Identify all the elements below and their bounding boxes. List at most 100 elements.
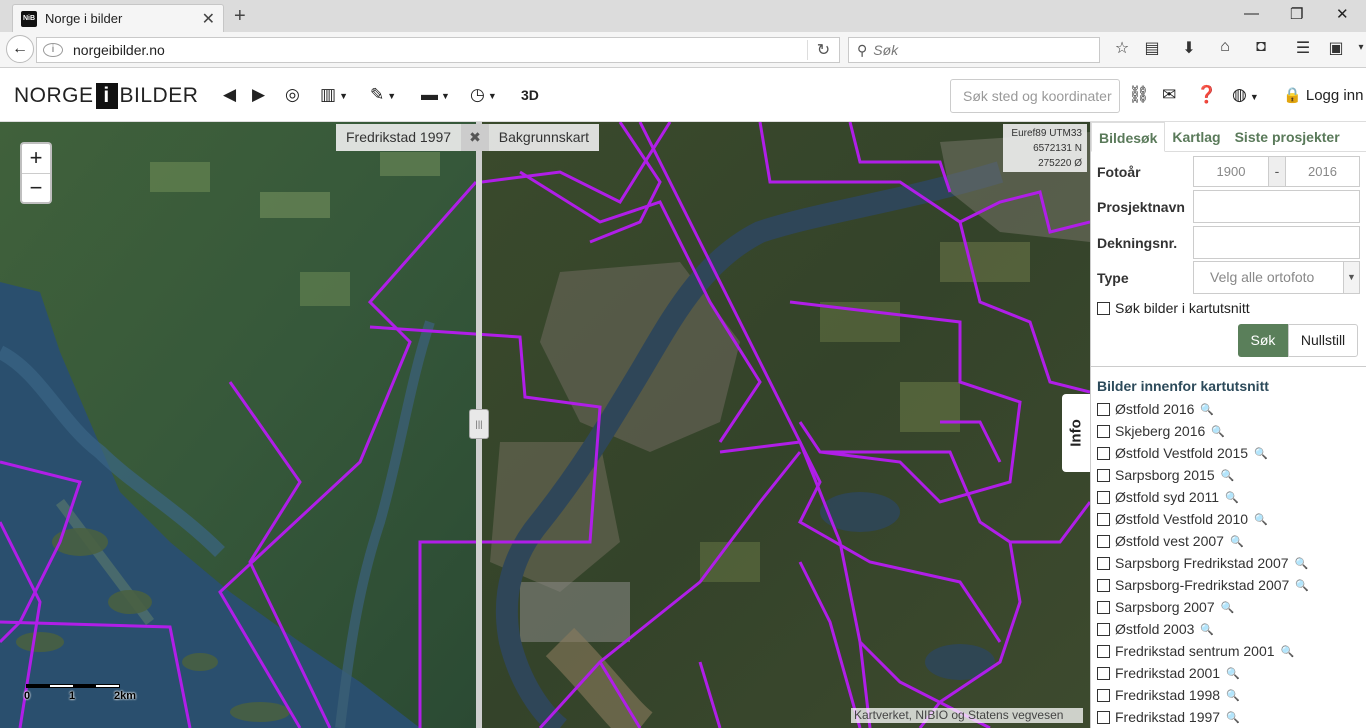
dekningsnr-input[interactable] — [1193, 226, 1360, 259]
list-item[interactable]: Østfold Vestfold 2015 🔍 — [1097, 442, 1309, 464]
app-logo[interactable]: NORGE i BILDER — [14, 83, 198, 109]
zoom-to-icon[interactable]: 🔍 — [1200, 403, 1214, 416]
zoom-to-icon[interactable]: 🔍 — [1295, 579, 1309, 592]
swipe-right-layer-label[interactable]: Bakgrunnskart — [488, 124, 600, 151]
help-icon[interactable]: ❓ — [1196, 85, 1217, 105]
zoom-to-icon[interactable]: 🔍 — [1281, 645, 1295, 658]
map-canvas[interactable]: 0 1 2km — [0, 122, 1090, 728]
zoom-to-icon[interactable]: 🔍 — [1226, 711, 1240, 724]
search-button[interactable]: Søk — [1238, 324, 1288, 357]
time-icon[interactable]: ◷ ▼ — [470, 85, 497, 105]
project-checkbox[interactable] — [1097, 622, 1110, 636]
project-checkbox[interactable] — [1097, 644, 1110, 658]
project-checkbox[interactable] — [1097, 490, 1110, 504]
swipe-close-icon[interactable]: ✖ — [461, 124, 489, 151]
overflow-chevron-icon[interactable]: ▾ — [1350, 42, 1366, 53]
zoom-to-icon[interactable]: 🔍 — [1226, 689, 1240, 702]
minimize-icon[interactable]: — — [1244, 5, 1259, 22]
window-close-icon[interactable]: ✕ — [1336, 5, 1349, 23]
tab-siste-prosjekter[interactable]: Siste prosjekter — [1228, 122, 1347, 152]
home-icon[interactable]: ⌂ — [1214, 38, 1236, 56]
draw-icon[interactable]: ✎ ▼ — [370, 85, 396, 105]
browser-tab[interactable]: NiB Norge i bilder ✕ — [12, 4, 224, 32]
zoom-to-icon[interactable]: 🔍 — [1221, 601, 1235, 614]
list-item[interactable]: Østfold vest 2007 🔍 — [1097, 530, 1309, 552]
reading-list-icon[interactable]: ▤ — [1141, 38, 1163, 58]
zoom-to-icon[interactable]: 🔍 — [1226, 667, 1240, 680]
browser-search-input[interactable]: ⚲ Søk — [848, 37, 1100, 63]
zoom-in-button[interactable]: + — [22, 144, 50, 173]
tab-close-icon[interactable]: ✕ — [202, 9, 215, 29]
info-icon[interactable]: i — [43, 43, 63, 57]
list-item[interactable]: Sarpsborg Fredrikstad 2007 🔍 — [1097, 552, 1309, 574]
project-checkbox[interactable] — [1097, 424, 1110, 438]
mail-icon[interactable]: ✉ — [1162, 85, 1176, 105]
zoom-to-icon[interactable]: 🔍 — [1254, 447, 1268, 460]
zoom-to-icon[interactable]: 🔍 — [1295, 557, 1309, 570]
project-checkbox[interactable] — [1097, 468, 1110, 482]
list-item[interactable]: Fredrikstad sentrum 2001 🔍 — [1097, 640, 1309, 662]
year-from-input[interactable]: 1900 — [1193, 156, 1269, 187]
list-item[interactable]: Østfold 2016 🔍 — [1097, 398, 1309, 420]
project-checkbox[interactable] — [1097, 512, 1110, 526]
list-item[interactable]: Østfold syd 2011 🔍 — [1097, 486, 1309, 508]
place-search-input[interactable]: Søk sted og koordinater — [950, 79, 1120, 113]
project-checkbox[interactable] — [1097, 688, 1110, 702]
project-checkbox[interactable] — [1097, 600, 1110, 614]
list-item[interactable]: Sarpsborg 2015 🔍 — [1097, 464, 1309, 486]
list-item[interactable]: Skjeberg 2016 🔍 — [1097, 420, 1309, 442]
type-row: Type Velg alle ortofoto ▼ — [1097, 261, 1360, 294]
zoom-to-icon[interactable]: 🔍 — [1230, 535, 1244, 548]
list-item[interactable]: Fredrikstad 2001 🔍 — [1097, 662, 1309, 684]
locate-icon[interactable]: ◎ — [285, 85, 300, 105]
list-item[interactable]: Fredrikstad 1998 🔍 — [1097, 684, 1309, 706]
kartutsnitt-checkbox[interactable] — [1097, 301, 1110, 315]
swipe-left-layer-label[interactable]: Fredrikstad 1997 — [336, 124, 462, 151]
tab-bildesok[interactable]: Bildesøk — [1091, 122, 1166, 152]
list-item[interactable]: Østfold 2003 🔍 — [1097, 618, 1309, 640]
tab-kartlag[interactable]: Kartlag — [1165, 122, 1227, 152]
forward-icon[interactable]: ▶ — [252, 85, 265, 105]
back-arrow-icon[interactable]: ← — [6, 35, 34, 63]
3d-button[interactable]: 3D — [521, 87, 539, 103]
project-checkbox[interactable] — [1097, 578, 1110, 592]
list-item[interactable]: Fredrikstad 1997 🔍 — [1097, 706, 1309, 728]
zoom-out-button[interactable]: − — [22, 173, 50, 202]
print-icon[interactable]: ▬ ▼ — [421, 85, 450, 105]
link-icon[interactable]: ⛓ — [1128, 85, 1150, 105]
year-to-input[interactable]: 2016 — [1285, 156, 1360, 187]
extension-icon[interactable]: ▣ — [1325, 38, 1347, 58]
project-checkbox[interactable] — [1097, 534, 1110, 548]
project-checkbox[interactable] — [1097, 666, 1110, 680]
language-globe-icon[interactable]: ◍ ▼ — [1232, 85, 1259, 105]
pocket-icon[interactable]: ◘ — [1250, 38, 1272, 56]
project-checkbox[interactable] — [1097, 402, 1110, 416]
login-button[interactable]: 🔒 Logg inn — [1283, 86, 1363, 104]
info-tab[interactable]: Info — [1062, 394, 1090, 472]
list-item[interactable]: Østfold Vestfold 2010 🔍 — [1097, 508, 1309, 530]
project-checkbox[interactable] — [1097, 556, 1110, 570]
address-bar[interactable]: i norgeibilder.no ↻ — [36, 37, 840, 63]
map-icon[interactable]: ▥ ▼ — [320, 85, 348, 105]
reset-button[interactable]: Nullstill — [1288, 324, 1358, 357]
download-icon[interactable]: ⬇ — [1178, 38, 1200, 58]
zoom-to-icon[interactable]: 🔍 — [1200, 623, 1214, 636]
zoom-to-icon[interactable]: 🔍 — [1254, 513, 1268, 526]
list-item[interactable]: Sarpsborg-Fredrikstad 2007 🔍 — [1097, 574, 1309, 596]
back-icon[interactable]: ◀ — [223, 85, 236, 105]
zoom-to-icon[interactable]: 🔍 — [1211, 425, 1225, 438]
prosjektnavn-input[interactable] — [1193, 190, 1360, 223]
list-item[interactable]: Sarpsborg 2007 🔍 — [1097, 596, 1309, 618]
menu-icon[interactable]: ☰ — [1292, 38, 1314, 58]
swipe-handle[interactable]: ||| — [469, 409, 489, 439]
zoom-to-icon[interactable]: 🔍 — [1225, 491, 1239, 504]
type-select[interactable]: Velg alle ortofoto ▼ — [1193, 261, 1360, 294]
zoom-to-icon[interactable]: 🔍 — [1221, 469, 1235, 482]
url-text[interactable]: norgeibilder.no — [73, 42, 807, 58]
new-tab-icon[interactable]: + — [234, 5, 246, 28]
project-checkbox[interactable] — [1097, 446, 1110, 460]
restore-icon[interactable]: ❐ — [1290, 5, 1303, 23]
reload-icon[interactable]: ↻ — [807, 40, 839, 60]
project-checkbox[interactable] — [1097, 710, 1110, 724]
bookmark-star-icon[interactable]: ☆ — [1111, 38, 1133, 58]
